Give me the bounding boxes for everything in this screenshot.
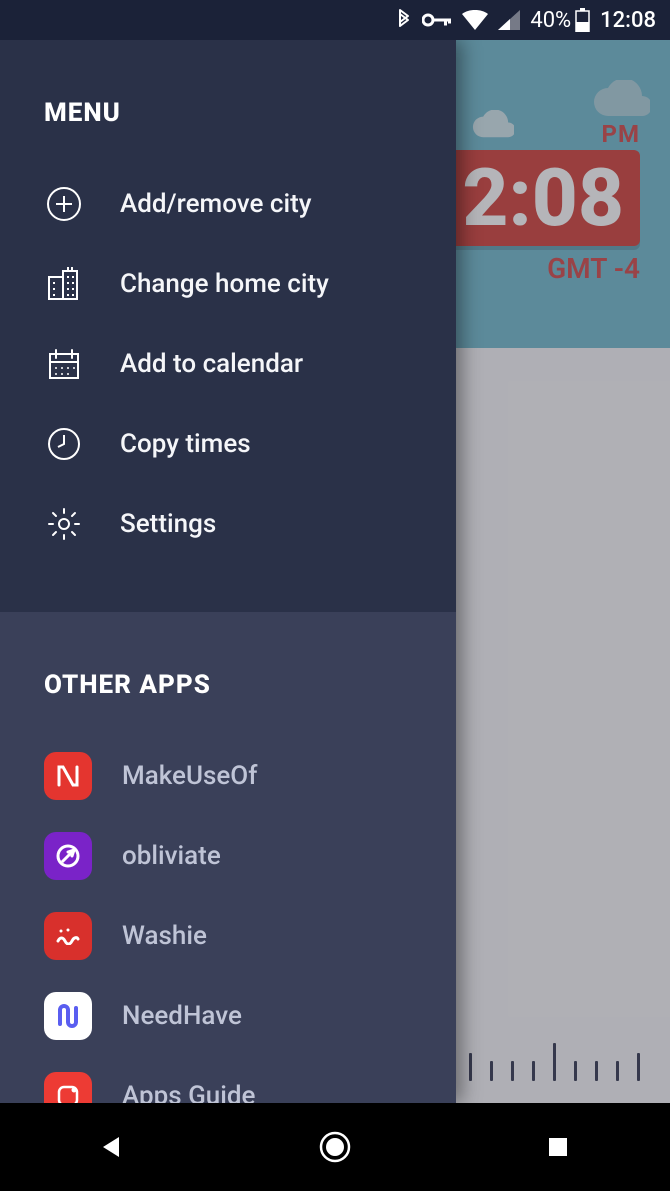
system-nav-bar bbox=[0, 1103, 670, 1191]
app-item-label: Washie bbox=[122, 921, 207, 951]
menu-item-add-to-calendar[interactable]: Add to calendar bbox=[44, 324, 412, 404]
app-item-label: MakeUseOf bbox=[122, 761, 257, 791]
calendar-icon bbox=[44, 344, 84, 384]
menu-item-label: Settings bbox=[120, 509, 216, 539]
needhave-app-icon bbox=[44, 992, 92, 1040]
menu-item-copy-times[interactable]: Copy times bbox=[44, 404, 412, 484]
obliviate-app-icon bbox=[44, 832, 92, 880]
recents-button[interactable] bbox=[528, 1117, 588, 1177]
bluetooth-icon bbox=[396, 8, 412, 32]
menu-item-label: Change home city bbox=[120, 269, 329, 299]
battery-group: 40% bbox=[530, 8, 590, 33]
menu-title: MENU bbox=[44, 98, 412, 128]
vpn-key-icon bbox=[422, 12, 452, 28]
battery-percent: 40% bbox=[530, 8, 571, 33]
plus-circle-icon bbox=[44, 184, 84, 224]
menu-section: MENU Add/remove city Change home city Ad… bbox=[0, 40, 456, 612]
app-item-label: NeedHave bbox=[122, 1001, 242, 1031]
menu-item-label: Add/remove city bbox=[120, 189, 311, 219]
menu-item-label: Add to calendar bbox=[120, 349, 303, 379]
app-item-makeuseof[interactable]: MakeUseOf bbox=[44, 736, 412, 816]
cell-signal-icon bbox=[498, 10, 520, 30]
makeuseof-app-icon bbox=[44, 752, 92, 800]
gear-icon bbox=[44, 504, 84, 544]
other-apps-section: OTHER APPS MakeUseOf obliviate Washie Ne… bbox=[0, 612, 456, 1136]
washie-app-icon bbox=[44, 912, 92, 960]
buildings-icon bbox=[44, 264, 84, 304]
app-item-washie[interactable]: Washie bbox=[44, 896, 412, 976]
status-clock: 12:08 bbox=[600, 8, 656, 33]
battery-icon bbox=[575, 8, 590, 32]
menu-item-settings[interactable]: Settings bbox=[44, 484, 412, 564]
other-apps-title: OTHER APPS bbox=[44, 670, 412, 700]
status-bar: 40% 12:08 bbox=[0, 0, 670, 40]
menu-item-change-home-city[interactable]: Change home city bbox=[44, 244, 412, 324]
app-item-obliviate[interactable]: obliviate bbox=[44, 816, 412, 896]
back-button[interactable] bbox=[82, 1117, 142, 1177]
nav-drawer: MENU Add/remove city Change home city Ad… bbox=[0, 40, 456, 1103]
home-button[interactable] bbox=[305, 1117, 365, 1177]
app-item-needhave[interactable]: NeedHave bbox=[44, 976, 412, 1056]
clock-icon bbox=[44, 424, 84, 464]
menu-item-add-remove-city[interactable]: Add/remove city bbox=[44, 164, 412, 244]
wifi-icon bbox=[462, 10, 488, 30]
menu-item-label: Copy times bbox=[120, 429, 251, 459]
app-item-label: obliviate bbox=[122, 841, 221, 871]
